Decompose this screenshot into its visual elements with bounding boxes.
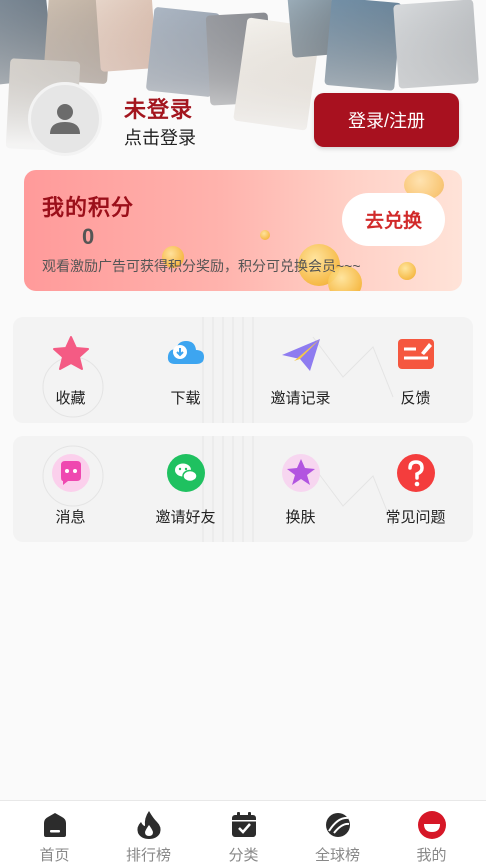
coin-decoration xyxy=(398,262,416,280)
paper-plane-icon xyxy=(281,339,320,371)
wechat-icon xyxy=(166,454,205,492)
tab-category[interactable]: 分类 xyxy=(195,801,292,864)
tab-label: 我的 xyxy=(416,847,447,864)
tab-home[interactable]: 首页 xyxy=(6,801,103,864)
grid-label: 下载 xyxy=(170,390,201,407)
grid-label: 消息 xyxy=(55,509,86,526)
points-description: 观看激励广告可获得积分奖励，积分可兑换会员~~~ xyxy=(42,258,361,274)
grid-item-downloads[interactable]: 下载 xyxy=(128,317,243,423)
points-card: 我的积分 0 观看激励广告可获得积分奖励，积分可兑换会员~~~ 去兑换 xyxy=(24,170,462,291)
flame-icon xyxy=(136,811,161,839)
points-value: 0 xyxy=(82,224,95,249)
login-register-button[interactable]: 登录/注册 xyxy=(314,93,459,147)
star-icon xyxy=(52,336,89,370)
feature-panel-2: 消息 邀请好友 换肤 常见问题 xyxy=(13,436,473,542)
avatar[interactable] xyxy=(28,82,102,156)
grid-label: 邀请好友 xyxy=(155,509,216,526)
grid-item-favorites[interactable]: 收藏 xyxy=(13,317,128,423)
grid-label: 反馈 xyxy=(400,390,431,407)
planet-icon xyxy=(325,813,350,837)
grid-label: 邀请记录 xyxy=(270,390,331,407)
skin-star-icon xyxy=(281,454,320,492)
points-title: 我的积分 xyxy=(42,195,135,220)
question-icon xyxy=(396,454,435,492)
grid-label: 常见问题 xyxy=(385,509,446,526)
cloud-download-icon xyxy=(167,341,204,364)
message-icon xyxy=(51,454,90,492)
coin-decoration xyxy=(260,230,270,240)
tab-mine[interactable]: 我的 xyxy=(383,801,480,864)
grid-item-change-skin[interactable]: 换肤 xyxy=(243,436,358,542)
grid-item-faq[interactable]: 常见问题 xyxy=(358,436,473,542)
grid-item-invite-friends[interactable]: 邀请好友 xyxy=(128,436,243,542)
feature-panel-1: 收藏 下载 邀请记录 反馈 xyxy=(13,317,473,423)
tab-label: 全球榜 xyxy=(314,847,360,864)
home-icon xyxy=(43,813,66,837)
bottom-tab-bar: 首页 排行榜 分类 全球榜 我的 xyxy=(0,800,486,864)
grid-item-feedback[interactable]: 反馈 xyxy=(358,317,473,423)
redeem-button[interactable]: 去兑换 xyxy=(342,193,445,246)
tab-ranking[interactable]: 排行榜 xyxy=(100,801,197,864)
grid-item-messages[interactable]: 消息 xyxy=(13,436,128,542)
user-silhouette-icon xyxy=(50,104,80,134)
grid-label: 换肤 xyxy=(285,509,316,526)
feedback-icon xyxy=(397,339,434,369)
tab-label: 首页 xyxy=(39,847,70,864)
calendar-check-icon xyxy=(231,812,256,837)
tab-label: 排行榜 xyxy=(125,847,171,864)
grid-label: 收藏 xyxy=(55,390,86,407)
grid-item-invite-records[interactable]: 邀请记录 xyxy=(243,317,358,423)
login-hint[interactable]: 点击登录 xyxy=(124,124,196,150)
user-name[interactable]: 未登录 xyxy=(124,92,193,124)
tab-label: 分类 xyxy=(228,847,259,864)
tab-global-ranking[interactable]: 全球榜 xyxy=(289,801,386,864)
profile-icon xyxy=(417,811,446,839)
